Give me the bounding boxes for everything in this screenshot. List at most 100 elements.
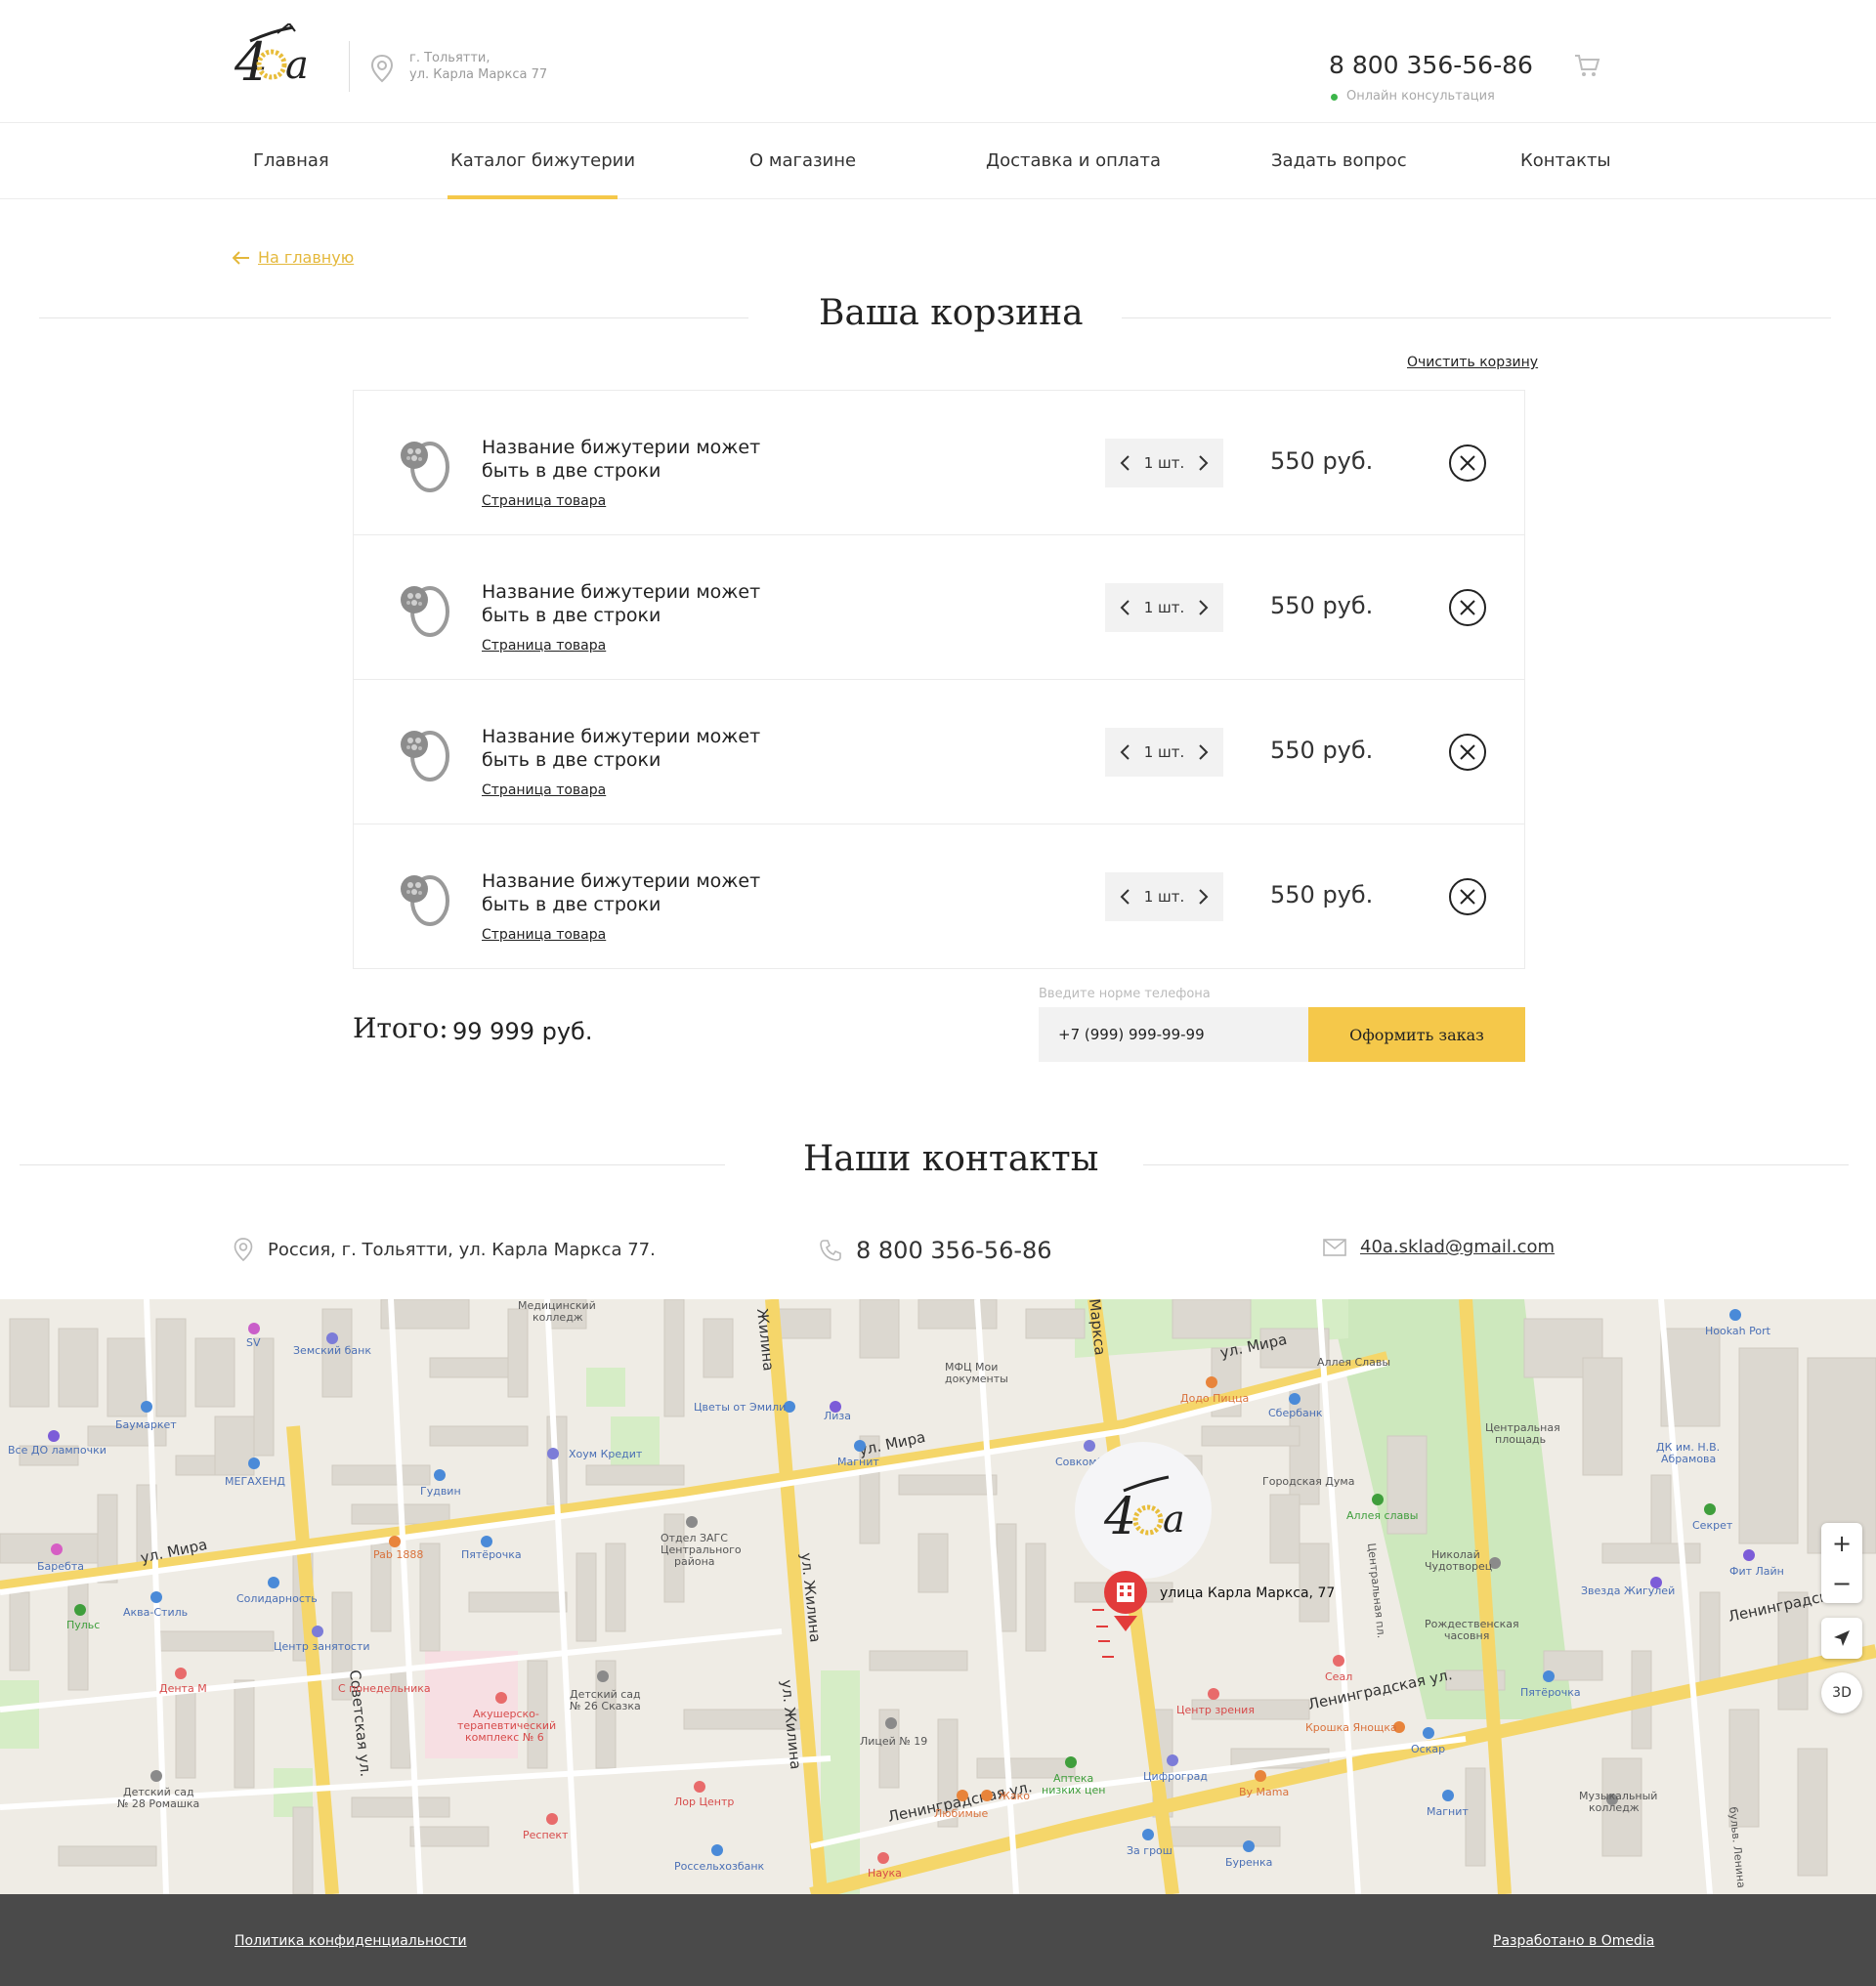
site-footer: Политика конфиденциальности Разработано … <box>0 1894 1876 1986</box>
svg-text:Все ДО лампочки: Все ДО лампочки <box>8 1444 107 1457</box>
product-page-link[interactable]: Страница товара <box>482 493 606 509</box>
svg-text:площадь: площадь <box>1495 1433 1546 1446</box>
svg-text:№ 26 Сказка: № 26 Сказка <box>570 1700 641 1712</box>
ring-image <box>401 586 449 637</box>
chevron-right-icon[interactable] <box>1196 598 1210 617</box>
contact-address: Россия, г. Тольятти, ул. Карла Маркса 77… <box>233 1237 656 1262</box>
map-3d-button[interactable]: 3D <box>1821 1672 1862 1713</box>
quantity-value: 1 шт. <box>1143 743 1185 761</box>
developer-link[interactable]: Разработано в Omedia <box>1493 1933 1654 1949</box>
nav-item-delivery[interactable]: Доставка и оплата <box>986 123 1161 199</box>
main-nav: Главная Каталог бижутерии О магазине Дос… <box>0 123 1876 199</box>
mail-icon <box>1323 1238 1346 1256</box>
product-price: 550 руб. <box>1270 447 1374 475</box>
back-link[interactable]: На главную <box>233 248 354 267</box>
nav-item-catalog[interactable]: Каталог бижутерии <box>450 123 635 199</box>
svg-text:a: a <box>1163 1498 1185 1541</box>
location-pin-icon <box>370 54 394 83</box>
chevron-right-icon[interactable] <box>1196 887 1210 907</box>
product-name: Название бижутерии может быть в две стро… <box>482 870 761 915</box>
svg-text:Звезда Жигулей: Звезда Жигулей <box>1581 1585 1675 1597</box>
chevron-right-icon[interactable] <box>1196 453 1210 473</box>
location-pin-icon <box>234 1238 253 1262</box>
remove-item-icon[interactable] <box>1448 733 1487 772</box>
phone-input[interactable] <box>1039 1007 1308 1062</box>
svg-text:Лор Центр: Лор Центр <box>674 1796 734 1808</box>
contact-phone[interactable]: 8 800 356-56-86 <box>819 1237 1052 1264</box>
zoom-out-button[interactable]: − <box>1821 1563 1862 1603</box>
svg-text:SV: SV <box>246 1336 261 1349</box>
place-order-button[interactable]: Оформить заказ <box>1308 1007 1525 1062</box>
chevron-left-icon[interactable] <box>1119 453 1132 473</box>
svg-text:Солидарность: Солидарность <box>236 1592 318 1605</box>
svg-text:Оскар: Оскар <box>1411 1743 1445 1755</box>
contacts-line-right <box>1143 1164 1849 1165</box>
svg-text:№ 28 Ромашка: № 28 Ромашка <box>117 1797 199 1810</box>
cart-icon[interactable] <box>1573 53 1600 78</box>
quantity-stepper: 1 шт. <box>1105 872 1223 921</box>
product-page-link[interactable]: Страница товара <box>482 638 606 654</box>
contact-email[interactable]: 40a.sklad@gmail.com <box>1323 1237 1555 1257</box>
geolocation-button[interactable] <box>1821 1618 1862 1659</box>
product-page-link[interactable]: Страница товара <box>482 782 606 798</box>
phone-icon <box>820 1240 841 1261</box>
nav-active-indicator <box>448 195 618 199</box>
navigation-arrow-icon <box>1834 1630 1850 1646</box>
nav-item-ask[interactable]: Задать вопрос <box>1271 123 1407 199</box>
cart-item: Название бижутерии может быть в две стро… <box>354 824 1524 969</box>
svg-text:Сеал: Сеал <box>1325 1670 1352 1683</box>
svg-text:Лиза: Лиза <box>824 1410 851 1422</box>
svg-text:By Mama: By Mama <box>1239 1786 1289 1798</box>
svg-text:Секрет: Секрет <box>1692 1519 1733 1532</box>
total-value: 99 999 руб. <box>452 1018 593 1045</box>
online-consult-label[interactable]: Онлайн консультация <box>1346 89 1495 104</box>
contact-address-text: Россия, г. Тольятти, ул. Карла Маркса 77… <box>268 1239 656 1260</box>
nav-item-home[interactable]: Главная <box>253 123 329 199</box>
quantity-stepper: 1 шт. <box>1105 583 1223 632</box>
remove-item-icon[interactable] <box>1448 444 1487 483</box>
header-phone[interactable]: 8 800 356-56-86 <box>1329 51 1533 79</box>
svg-text:Pab 1888: Pab 1888 <box>373 1548 423 1561</box>
site-header: 4 a г. Тольятти, ул. Карла Маркса 77 8 8… <box>0 0 1876 123</box>
cart-item: Название бижутерии может быть в две стро… <box>354 680 1524 824</box>
arrow-left-icon <box>233 250 249 265</box>
svg-text:Центр зрения: Центр зрения <box>1176 1704 1255 1716</box>
header-address-line1: г. Тольятти, <box>409 51 490 65</box>
chevron-right-icon[interactable] <box>1196 742 1210 762</box>
total-label: Итого: <box>353 1012 448 1044</box>
ring-image <box>401 442 449 492</box>
product-price: 550 руб. <box>1270 737 1374 764</box>
svg-text:Hookah Port: Hookah Port <box>1705 1325 1771 1337</box>
ring-image <box>401 875 449 926</box>
online-status-dot <box>1331 94 1338 101</box>
svg-text:Лицей № 19: Лицей № 19 <box>860 1735 927 1748</box>
svg-text:С понедельника: С понедельника <box>338 1682 431 1695</box>
map[interactable]: ул. Мира ул. Мира ул. Мира ул. Жилина ул… <box>0 1299 1876 1894</box>
svg-text:Пятёрочка: Пятёрочка <box>461 1548 522 1561</box>
site-logo[interactable]: 4 a <box>233 23 322 92</box>
remove-item-icon[interactable] <box>1448 588 1487 627</box>
product-page-link[interactable]: Страница товара <box>482 927 606 943</box>
title-line-right <box>1122 317 1831 318</box>
svg-text:Баребта: Баребта <box>37 1560 84 1573</box>
svg-text:колледж: колледж <box>533 1311 583 1324</box>
zoom-in-button[interactable]: + <box>1821 1523 1862 1563</box>
map-canvas[interactable]: ул. Мира ул. Мира ул. Мира ул. Жилина ул… <box>0 1299 1876 1894</box>
privacy-policy-link[interactable]: Политика конфиденциальности <box>234 1933 467 1949</box>
svg-text:Любимые: Любимые <box>934 1807 988 1820</box>
nav-item-contacts[interactable]: Контакты <box>1520 123 1611 199</box>
svg-text:Додо Пицца: Додо Пицца <box>1180 1392 1249 1405</box>
svg-text:Городская Дума: Городская Дума <box>1262 1475 1354 1488</box>
quantity-value: 1 шт. <box>1143 454 1185 472</box>
chevron-left-icon[interactable] <box>1119 742 1132 762</box>
cart-title: Ваша корзина <box>819 293 1084 333</box>
remove-item-icon[interactable] <box>1448 877 1487 916</box>
svg-text:Россельхозбанк: Россельхозбанк <box>674 1860 765 1873</box>
clear-cart-link[interactable]: Очистить корзину <box>1407 355 1538 370</box>
quantity-stepper: 1 шт. <box>1105 439 1223 487</box>
chevron-left-icon[interactable] <box>1119 598 1132 617</box>
svg-text:За грош: За грош <box>1127 1844 1172 1857</box>
chevron-left-icon[interactable] <box>1119 887 1132 907</box>
ring-image <box>401 731 449 782</box>
nav-item-about[interactable]: О магазине <box>749 123 856 199</box>
